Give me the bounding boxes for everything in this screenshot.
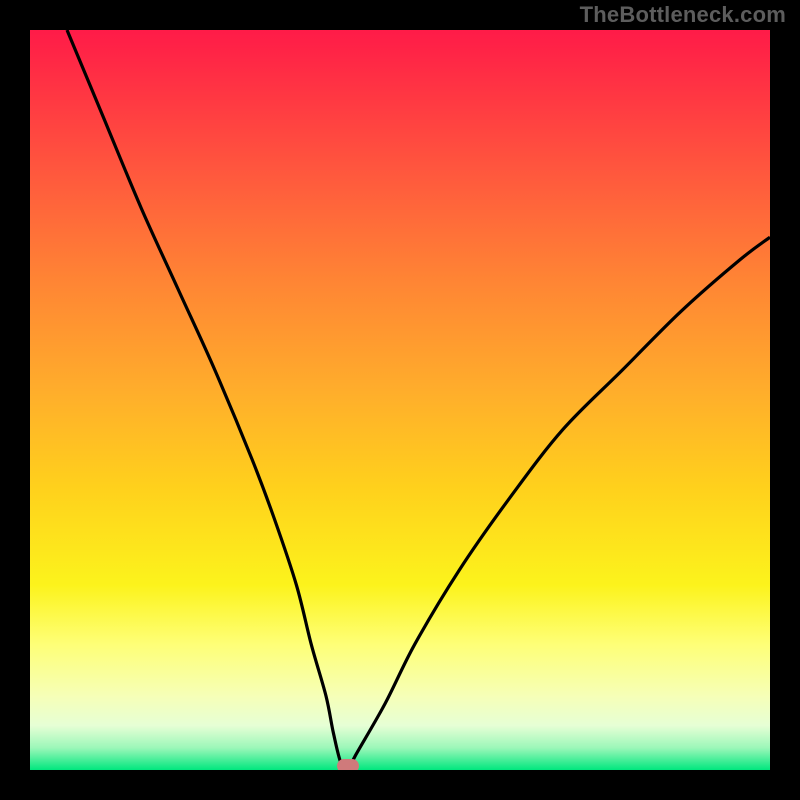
curve-path xyxy=(67,30,770,770)
plot-area xyxy=(30,30,770,770)
chart-frame: TheBottleneck.com xyxy=(0,0,800,800)
optimal-point-marker xyxy=(337,759,359,770)
bottleneck-curve xyxy=(30,30,770,770)
watermark-text: TheBottleneck.com xyxy=(580,2,786,28)
